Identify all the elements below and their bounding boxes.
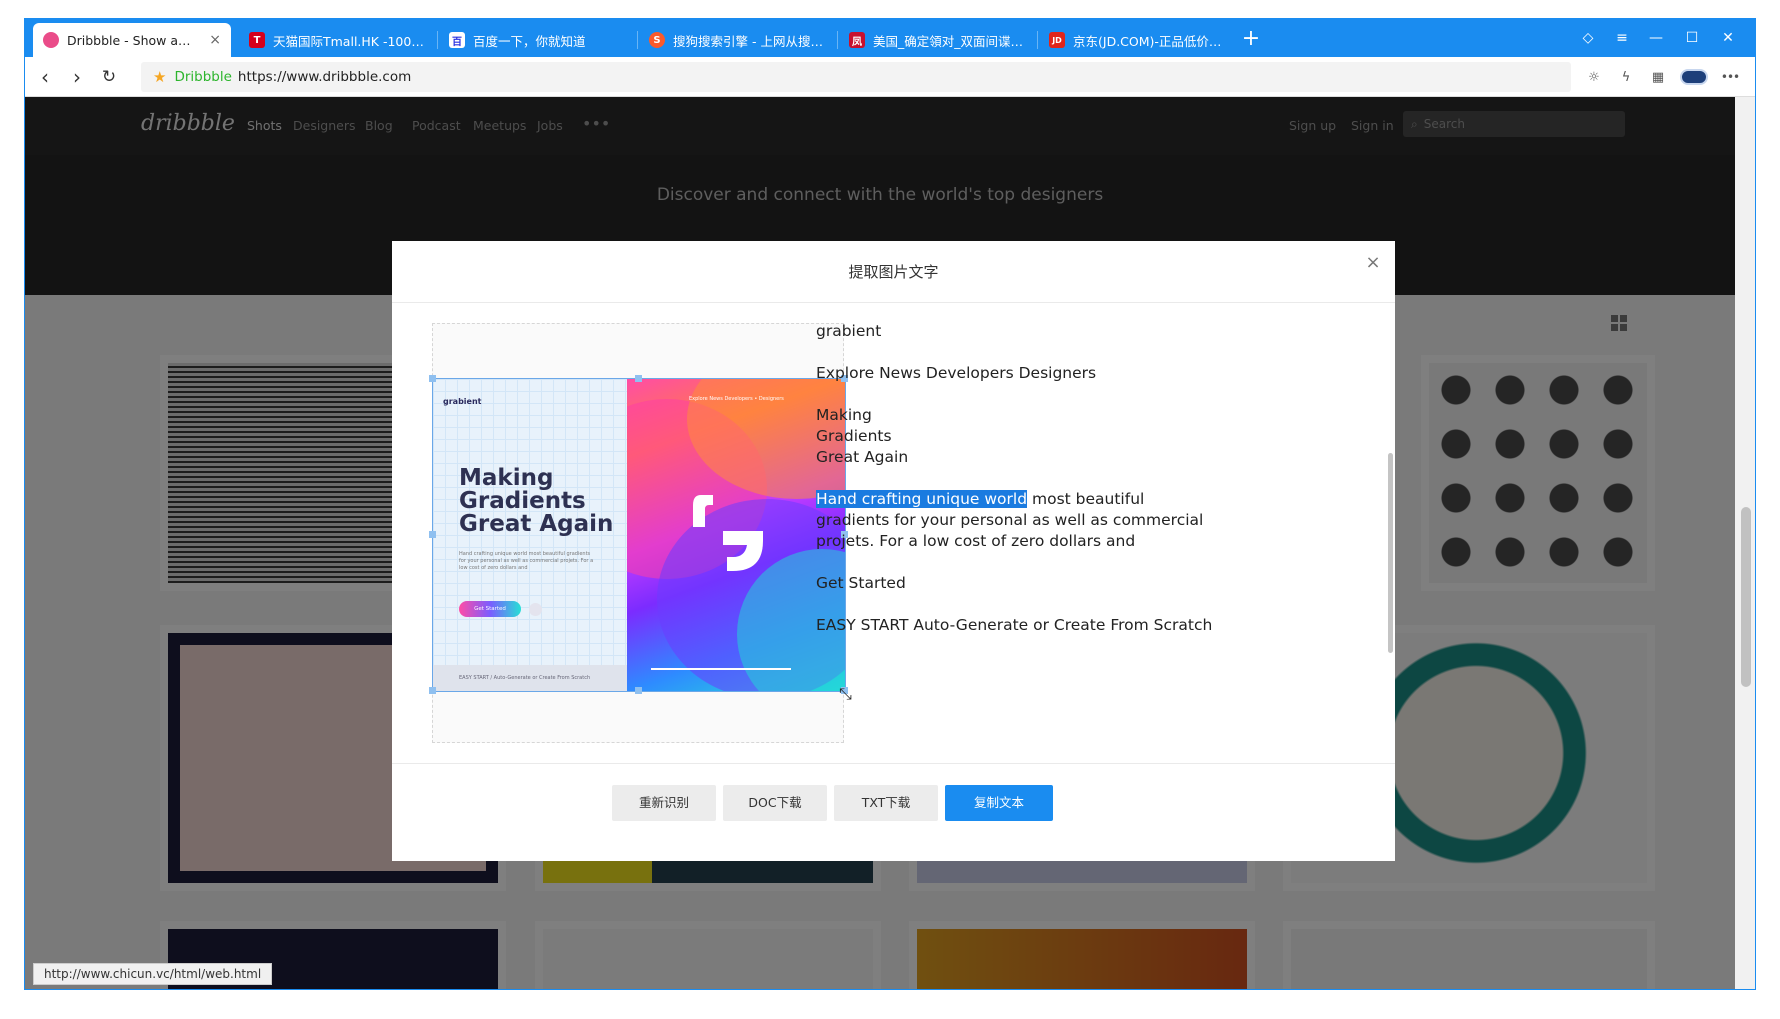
ocr-line: projets. For a low cost of zero dollars … bbox=[816, 532, 1136, 550]
tab-title: 京东(JD.COM)-正品低价、品质保障 bbox=[1073, 33, 1225, 49]
minimize-button[interactable]: — bbox=[1639, 23, 1673, 53]
browser-window: Dribbble - Show and tell × T 天猫国际Tmall.H… bbox=[24, 18, 1756, 990]
tab-bar: Dribbble - Show and tell × T 天猫国际Tmall.H… bbox=[25, 19, 1755, 57]
sogou-icon: S bbox=[649, 32, 665, 48]
tab-separator bbox=[837, 31, 838, 49]
tab-separator bbox=[637, 31, 638, 49]
qr-icon[interactable]: ▦ bbox=[1647, 66, 1669, 88]
ocr-line: Making bbox=[816, 406, 872, 424]
reload-button[interactable]: ↻ bbox=[95, 63, 123, 91]
dialog-footer: 重新识别 DOC下载 TXT下载 复制文本 bbox=[392, 763, 1395, 861]
retry-button[interactable]: 重新识别 bbox=[612, 785, 716, 821]
forward-button[interactable]: › bbox=[63, 63, 91, 91]
ocr-line: Great Again bbox=[816, 448, 909, 466]
back-button[interactable]: ‹ bbox=[31, 63, 59, 91]
status-bar-url: http://www.chicun.vc/html/web.html bbox=[33, 963, 273, 985]
preview-heading-line: Gradients bbox=[459, 488, 586, 514]
tab-separator bbox=[437, 31, 438, 49]
preview-g-shape bbox=[693, 495, 763, 571]
bulb-icon[interactable]: ☼ bbox=[1583, 66, 1605, 88]
address-toolbar: ‹ › ↻ ★ Dribbble https://www.dribbble.co… bbox=[25, 57, 1755, 97]
ocr-line: Gradients bbox=[816, 427, 892, 445]
copy-text-button[interactable]: 复制文本 bbox=[945, 785, 1053, 821]
extract-text-dialog: 提取图片文字 × grabient Making Gradients Great… bbox=[392, 241, 1395, 861]
preview-footer: EASY START / Auto-Generate or Create Fro… bbox=[433, 665, 627, 691]
ocr-line: grabient bbox=[816, 322, 882, 340]
preview-heading-line: Great Again bbox=[459, 511, 614, 537]
dialog-scrollbar[interactable] bbox=[1385, 303, 1395, 763]
close-window-button[interactable]: ✕ bbox=[1711, 23, 1745, 53]
jd-icon: JD bbox=[1049, 32, 1065, 48]
dialog-body: grabient Making Gradients Great Again Ha… bbox=[392, 303, 1395, 763]
dialog-close-icon[interactable]: × bbox=[1361, 251, 1385, 275]
star-icon[interactable]: ★ bbox=[153, 68, 166, 86]
url-text[interactable]: https://www.dribbble.com bbox=[238, 69, 411, 85]
dribbble-icon bbox=[43, 32, 59, 48]
baidu-icon: 百 bbox=[449, 32, 465, 48]
doc-download-button[interactable]: DOC下载 bbox=[723, 785, 827, 821]
preview-button: Get Started bbox=[459, 601, 521, 617]
url-site-name: Dribbble bbox=[174, 69, 232, 85]
tab-title: 百度一下，你就知道 bbox=[473, 33, 586, 49]
dialog-title: 提取图片文字 bbox=[392, 241, 1395, 303]
preview-nav: Explore News Developers • Designers bbox=[689, 396, 784, 402]
ocr-line: Explore News Developers Designers bbox=[816, 364, 1097, 382]
crop-handle[interactable] bbox=[635, 375, 642, 382]
ocr-line: EASY START Auto-Generate or Create From … bbox=[816, 616, 1213, 634]
dialog-scrollbar-thumb[interactable] bbox=[1388, 453, 1393, 653]
new-tab-button[interactable]: + bbox=[1237, 26, 1265, 54]
ocr-result-text[interactable]: grabient Explore News Developers Designe… bbox=[816, 321, 1336, 657]
crop-handle[interactable] bbox=[635, 687, 642, 694]
preview-progress-bar bbox=[651, 668, 791, 670]
more-icon[interactable]: ••• bbox=[1719, 66, 1741, 88]
preview-paragraph: Hand crafting unique world most beautifu… bbox=[459, 551, 594, 571]
ocr-line: Get Started bbox=[816, 574, 906, 592]
maximize-button[interactable]: ☐ bbox=[1675, 23, 1709, 53]
tab-title: 美国_确定領对_双面间谍_使用神经毒 bbox=[873, 33, 1025, 49]
tab-news[interactable]: 凤 美国_确定領对_双面间谍_使用神经毒 bbox=[839, 23, 1035, 57]
crop-handle[interactable] bbox=[429, 531, 436, 538]
image-preview-area: grabient Making Gradients Great Again Ha… bbox=[429, 323, 852, 743]
tab-separator bbox=[1037, 31, 1038, 49]
avatar[interactable] bbox=[1679, 66, 1709, 88]
address-bar[interactable]: ★ Dribbble https://www.dribbble.com bbox=[141, 62, 1571, 92]
ifeng-icon: 凤 bbox=[849, 32, 865, 48]
menu-icon[interactable]: ≡ bbox=[1605, 23, 1639, 53]
tab-jd[interactable]: JD 京东(JD.COM)-正品低价、品质保障 bbox=[1039, 23, 1235, 57]
preview-heading: Making Gradients Great Again bbox=[459, 467, 613, 536]
tab-tmall[interactable]: T 天猫国际Tmall.HK -100%正品保障 bbox=[239, 23, 435, 57]
tab-title: Dribbble - Show and tell bbox=[67, 32, 197, 48]
bolt-icon[interactable]: ϟ bbox=[1615, 66, 1637, 88]
tmall-icon: T bbox=[249, 32, 265, 48]
ocr-line: gradients for your personal as well as c… bbox=[816, 511, 1204, 529]
tab-title: 搜狗搜索引擎 - 上网从搜狗开始 bbox=[673, 33, 825, 49]
txt-download-button[interactable]: TXT下载 bbox=[834, 785, 938, 821]
preview-play-icon bbox=[529, 603, 542, 616]
tab-sogou[interactable]: S 搜狗搜索引擎 - 上网从搜狗开始 bbox=[639, 23, 835, 57]
preview-logo: grabient bbox=[443, 397, 482, 406]
tab-close-icon[interactable]: × bbox=[209, 32, 221, 48]
preview-heading-line: Making bbox=[459, 465, 554, 491]
crop-selection[interactable]: grabient Making Gradients Great Again Ha… bbox=[429, 375, 848, 694]
ocr-selected-text[interactable]: Hand crafting unique world bbox=[816, 490, 1028, 508]
resize-cursor-icon: ⤡ bbox=[839, 684, 852, 703]
page-scrollbar[interactable] bbox=[1735, 97, 1755, 989]
tab-title: 天猫国际Tmall.HK -100%正品保障 bbox=[273, 33, 425, 49]
ocr-line: Hand crafting unique world most beautifu… bbox=[816, 489, 1336, 510]
preview-image-right: Explore News Developers • Designers bbox=[627, 379, 845, 691]
skin-icon[interactable]: ◇ bbox=[1571, 23, 1605, 53]
crop-handle[interactable] bbox=[429, 375, 436, 382]
tab-baidu[interactable]: 百 百度一下，你就知道 bbox=[439, 23, 635, 57]
crop-handle[interactable] bbox=[429, 687, 436, 694]
page-scrollbar-thumb[interactable] bbox=[1741, 507, 1751, 687]
preview-image-left: grabient Making Gradients Great Again Ha… bbox=[433, 379, 627, 691]
ocr-line-rest: most beautiful bbox=[1027, 490, 1145, 508]
tab-dribbble[interactable]: Dribbble - Show and tell × bbox=[33, 23, 231, 57]
